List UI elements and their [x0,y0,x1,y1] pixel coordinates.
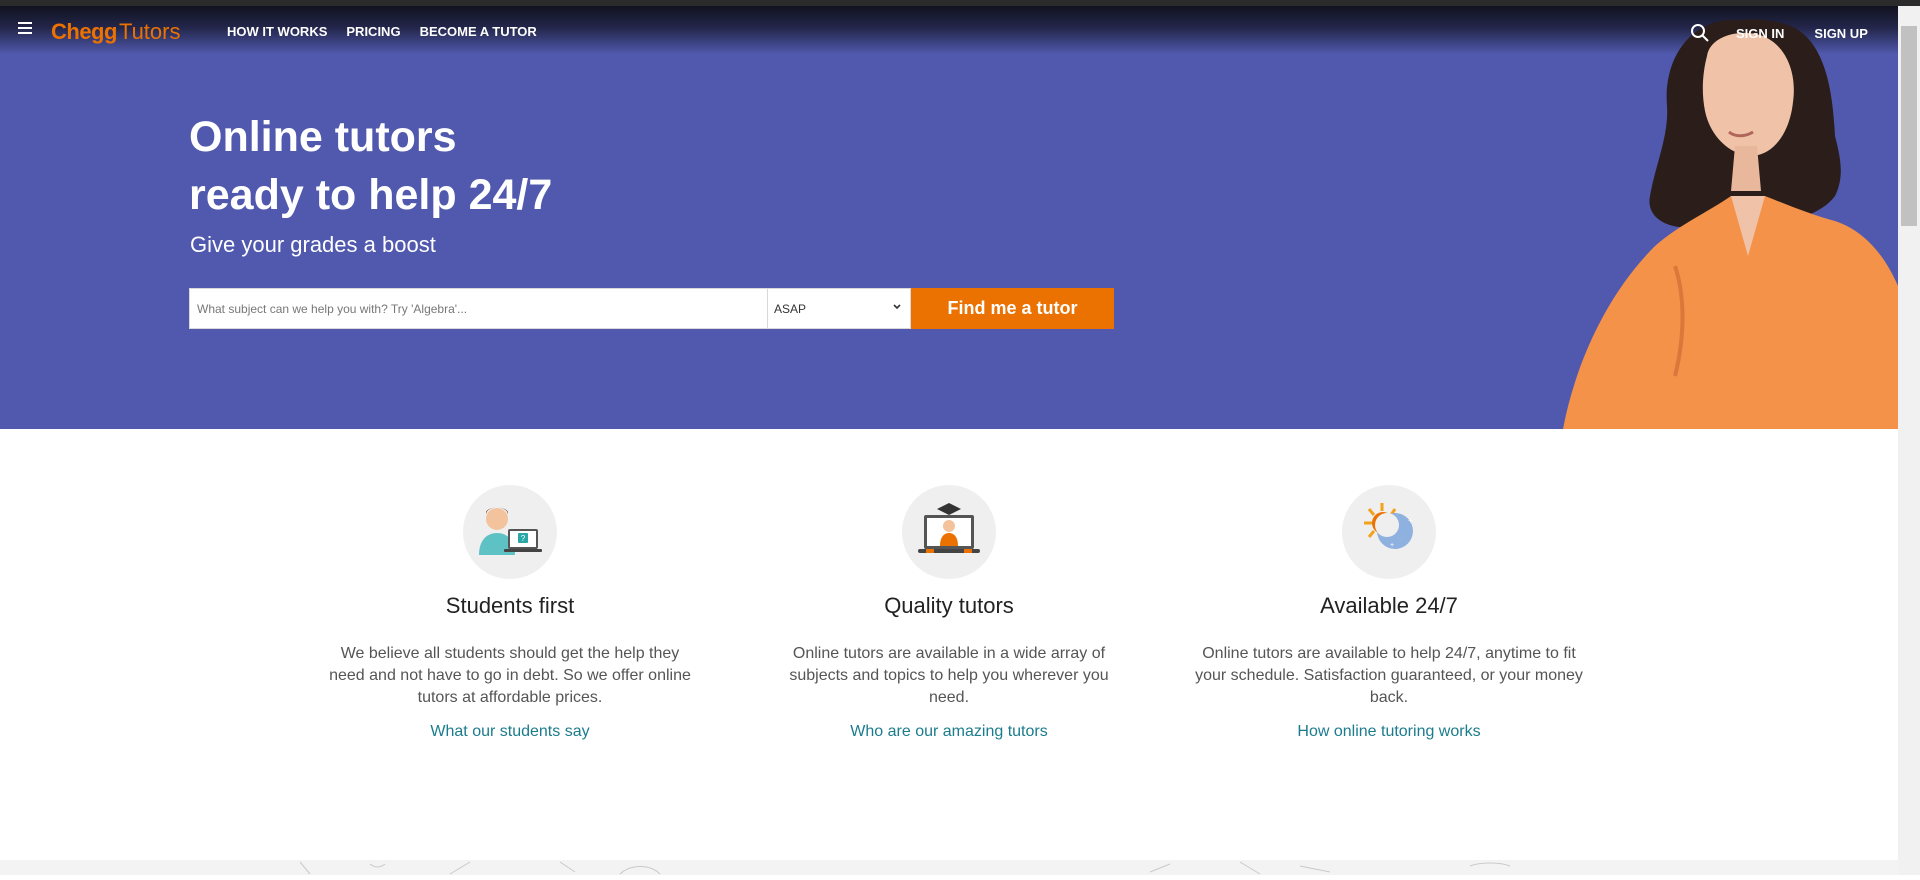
scrollbar-thumb[interactable] [1901,26,1917,226]
feature-description: Online tutors are available in a wide ar… [789,645,1109,706]
time-select-value: ASAP [774,302,807,316]
doodle-section-edge [0,860,1898,875]
svg-text:+: + [1390,542,1394,549]
page-scrollbar[interactable] [1898,6,1920,875]
hero-headline: Online tutors ready to help 24/7 [189,108,552,224]
feature-description: We believe all students should get the h… [329,645,691,706]
feature-available-24-7: + + Available 24/7 Online tutors are ava… [1169,485,1609,741]
sign-up-link[interactable]: SIGN UP [1814,26,1867,41]
hero-subheadline: Give your grades a boost [190,232,436,257]
doodle-decoration [299,861,1511,875]
find-tutor-button[interactable]: Find me a tutor [911,288,1114,329]
feature-quality-tutors: Quality tutors Online tutors are availab… [729,485,1169,741]
logo-product: Tutors [118,19,181,44]
chegg-tutors-logo[interactable]: CheggTutors [51,19,180,45]
nav-links: HOW IT WORKS PRICING BECOME A TUTOR [227,24,537,39]
feature-title: Students first [445,593,575,618]
who-are-our-amazing-tutors-link[interactable]: Who are our amazing tutors [850,723,1047,741]
sun-moon-icon: + + [1342,485,1436,579]
feature-title: Available 24/7 [1320,593,1458,618]
headline-line-2: ready to help 24/7 [189,171,553,219]
tutor-search-form: ASAP Find me a tutor [189,288,1114,329]
feature-title: Quality tutors [884,593,1014,618]
subject-search-input[interactable] [189,288,767,329]
logo-brand: Chegg [51,19,117,44]
nav-link-how-it-works[interactable]: HOW IT WORKS [227,24,327,39]
how-online-tutoring-works-link[interactable]: How online tutoring works [1297,723,1480,741]
nav-link-pricing[interactable]: PRICING [346,24,400,39]
top-navigation: CheggTutors HOW IT WORKS PRICING BECOME … [0,6,1898,58]
menu-icon[interactable] [18,22,32,34]
feature-description: Online tutors are available to help 24/7… [1195,645,1583,706]
nav-link-become-a-tutor[interactable]: BECOME A TUTOR [420,24,537,39]
graduate-tutor-icon [902,485,996,579]
headline-line-1: Online tutors [189,113,457,161]
svg-text:?: ? [521,534,526,543]
svg-text:+: + [1408,516,1413,525]
hero-banner: Online tutors ready to help 24/7 Give yo… [0,6,1898,429]
feature-students-first: ? Students first We believe all students… [290,485,730,741]
sign-in-link[interactable]: SIGN IN [1736,26,1784,41]
student-laptop-icon: ? [463,485,557,579]
hero-tutor-photo [1563,19,1898,429]
search-icon[interactable] [1690,23,1710,43]
nav-account-area: SIGN IN SIGN UP [1690,23,1868,43]
time-select[interactable]: ASAP [767,288,911,329]
chevron-down-icon [893,304,901,310]
what-our-students-say-link[interactable]: What our students say [430,723,589,741]
